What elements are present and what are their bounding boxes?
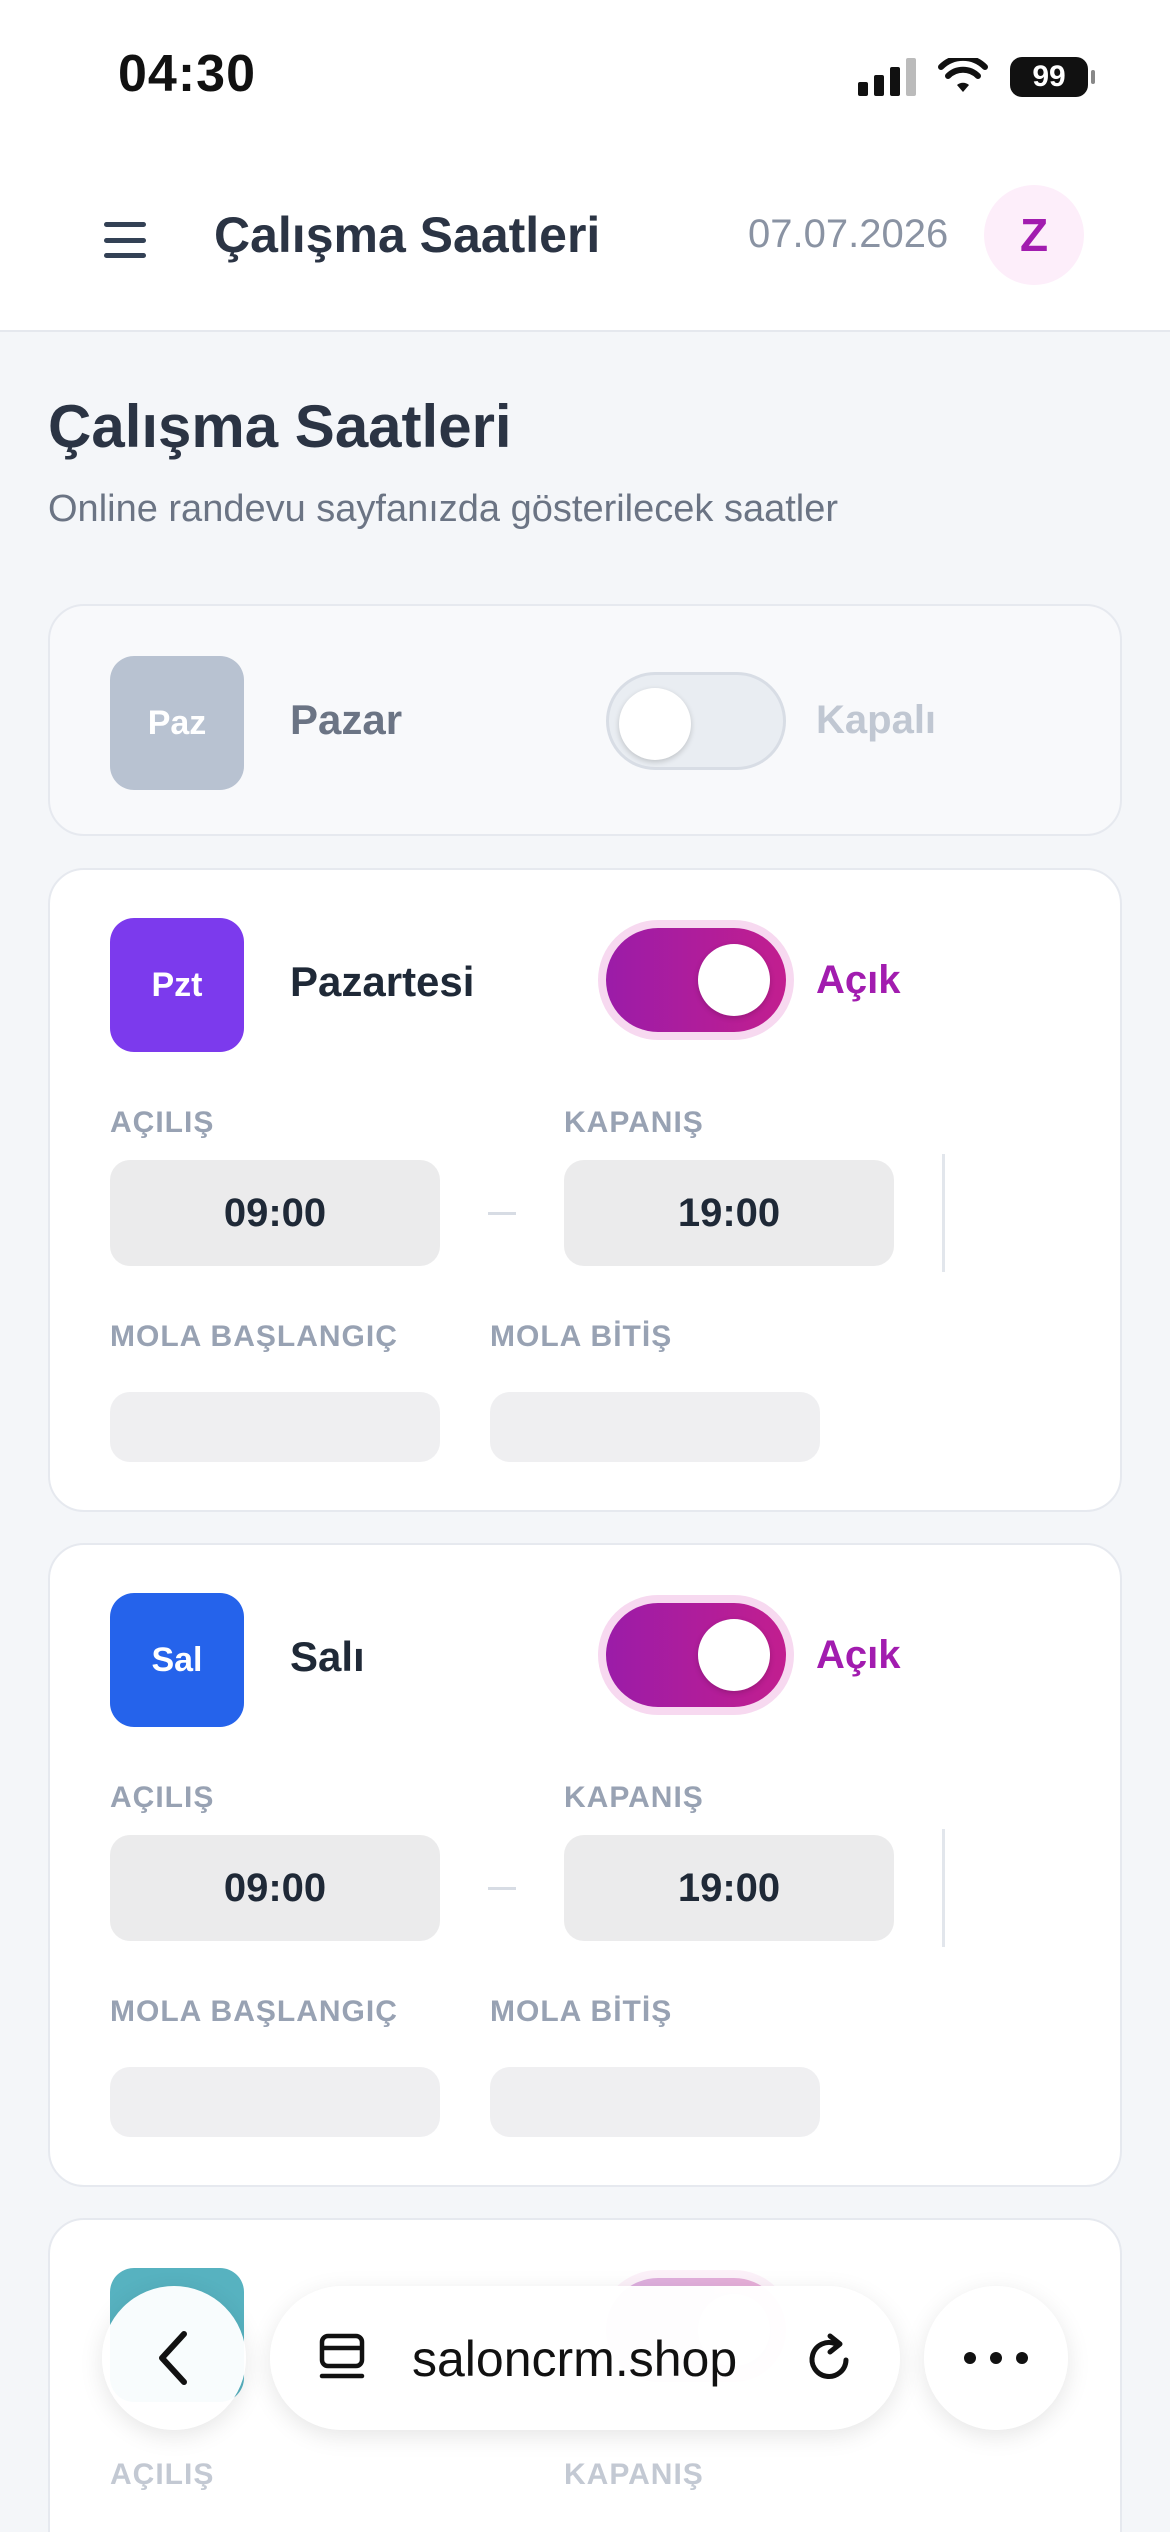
day-card-tuesday: Sal Salı Açık AÇILIŞ KAPANIŞ 09:00 19:00… (48, 1543, 1122, 2187)
day-toggle[interactable] (606, 1603, 786, 1707)
day-badge: Sal (110, 1593, 244, 1727)
address-bar[interactable]: saloncrm.shop (270, 2286, 900, 2430)
battery-icon: 99 (1010, 57, 1095, 97)
break-start-label: MOLA BAŞLANGIÇ (110, 1995, 398, 2028)
break-end-label: MOLA BİTİŞ (490, 1320, 673, 1353)
avatar[interactable]: Z (984, 185, 1084, 285)
opening-label: AÇILIŞ (110, 1106, 215, 1139)
day-toggle[interactable] (606, 672, 786, 770)
closing-label: KAPANIŞ (564, 1781, 704, 1814)
day-name: Salı (290, 1633, 365, 1680)
divider (942, 1154, 945, 1272)
toggle-knob (698, 944, 770, 1016)
opening-time-input[interactable]: 09:00 (110, 1835, 440, 1941)
range-separator (488, 1887, 516, 1890)
toggle-knob (698, 1619, 770, 1691)
status-time: 04:30 (118, 45, 256, 103)
reload-icon[interactable] (802, 2330, 858, 2386)
header-date: 07.07.2026 (748, 212, 949, 256)
header-title: Çalışma Saatleri (214, 207, 601, 263)
wifi-icon (938, 58, 988, 92)
day-name: Pazartesi (290, 958, 475, 1005)
break-start-input[interactable] (110, 2067, 440, 2137)
closing-label: KAPANIŞ (564, 1106, 704, 1139)
more-button[interactable] (924, 2286, 1068, 2430)
opening-label: AÇILIŞ (110, 1781, 215, 1814)
status-icons: 99 (858, 52, 1095, 102)
break-end-label: MOLA BİTİŞ (490, 1995, 673, 2028)
day-status: Açık (816, 958, 901, 1002)
day-status: Kapalı (816, 698, 937, 742)
url-text: saloncrm.shop (412, 2331, 738, 2387)
break-start-input[interactable] (110, 1392, 440, 1462)
page-title: Çalışma Saatleri (48, 393, 512, 460)
back-icon (159, 2331, 187, 2385)
opening-label: AÇILIŞ (110, 2458, 215, 2491)
opening-time-input[interactable]: 09:00 (110, 1160, 440, 1266)
page-subtitle: Online randevu sayfanızda gösterilecek s… (48, 488, 839, 530)
day-card-monday: Pzt Pazartesi Açık AÇILIŞ KAPANIŞ 09:00 … (48, 868, 1122, 1512)
closing-time-input[interactable]: 19:00 (564, 1160, 894, 1266)
break-end-input[interactable] (490, 2067, 820, 2137)
closing-time-input[interactable]: 19:00 (564, 1835, 894, 1941)
toggle-knob (619, 688, 691, 760)
tabs-icon (319, 2333, 365, 2379)
day-card-sunday: Paz Pazar Kapalı (48, 604, 1122, 836)
back-button[interactable] (102, 2286, 246, 2430)
range-separator (488, 1212, 516, 1215)
more-icon (964, 2352, 1028, 2364)
break-end-input[interactable] (490, 1392, 820, 1462)
day-name: Pazar (290, 696, 403, 743)
app-header: Çalışma Saatleri 07.07.2026 Z (0, 160, 1170, 332)
break-start-label: MOLA BAŞLANGIÇ (110, 1320, 398, 1353)
day-badge: Pzt (110, 918, 244, 1052)
day-toggle[interactable] (606, 928, 786, 1032)
day-status: Açık (816, 1633, 901, 1677)
closing-label: KAPANIŞ (564, 2458, 704, 2491)
status-bar: 04:30 99 (0, 0, 1170, 160)
day-badge: Paz (110, 656, 244, 790)
signal-icon (858, 58, 916, 96)
menu-icon[interactable] (104, 222, 146, 258)
divider (942, 1829, 945, 1947)
